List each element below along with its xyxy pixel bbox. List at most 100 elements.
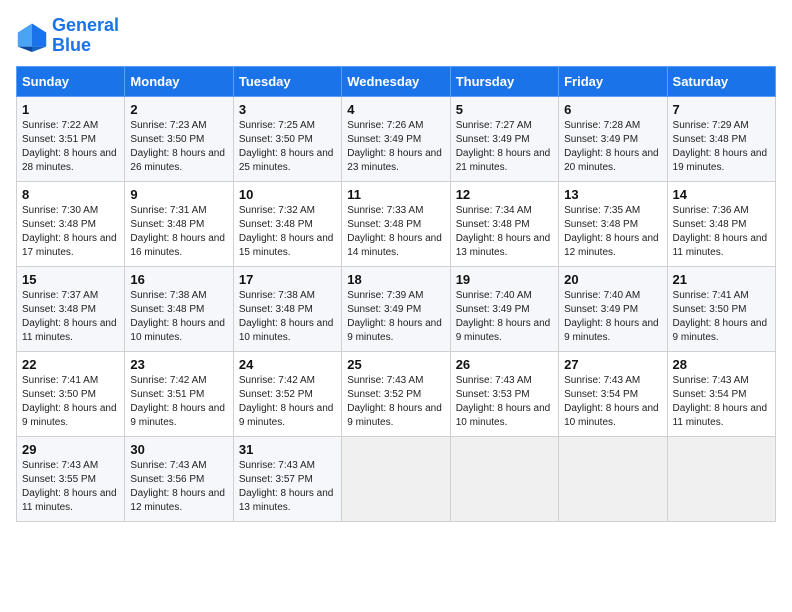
cell-text: Sunrise: 7:43 AMSunset: 3:53 PMDaylight:… [456, 375, 551, 428]
calendar-cell: 30 Sunrise: 7:43 AMSunset: 3:56 PMDaylig… [125, 436, 233, 521]
day-number: 6 [564, 102, 661, 117]
day-number: 23 [130, 357, 227, 372]
calendar-cell: 11 Sunrise: 7:33 AMSunset: 3:48 PMDaylig… [342, 181, 450, 266]
weekday-header: Sunday [17, 66, 125, 96]
calendar-cell [667, 436, 775, 521]
weekday-header: Friday [559, 66, 667, 96]
day-number: 13 [564, 187, 661, 202]
calendar-cell: 6 Sunrise: 7:28 AMSunset: 3:49 PMDayligh… [559, 96, 667, 181]
cell-text: Sunrise: 7:23 AMSunset: 3:50 PMDaylight:… [130, 120, 225, 173]
day-number: 19 [456, 272, 553, 287]
calendar-cell: 7 Sunrise: 7:29 AMSunset: 3:48 PMDayligh… [667, 96, 775, 181]
day-number: 21 [673, 272, 770, 287]
day-number: 9 [130, 187, 227, 202]
day-number: 16 [130, 272, 227, 287]
cell-text: Sunrise: 7:27 AMSunset: 3:49 PMDaylight:… [456, 120, 551, 173]
calendar-cell: 14 Sunrise: 7:36 AMSunset: 3:48 PMDaylig… [667, 181, 775, 266]
calendar-cell: 23 Sunrise: 7:42 AMSunset: 3:51 PMDaylig… [125, 351, 233, 436]
day-number: 5 [456, 102, 553, 117]
day-number: 7 [673, 102, 770, 117]
calendar-cell: 20 Sunrise: 7:40 AMSunset: 3:49 PMDaylig… [559, 266, 667, 351]
day-number: 27 [564, 357, 661, 372]
cell-text: Sunrise: 7:41 AMSunset: 3:50 PMDaylight:… [22, 375, 117, 428]
cell-text: Sunrise: 7:38 AMSunset: 3:48 PMDaylight:… [130, 290, 225, 343]
calendar-cell [559, 436, 667, 521]
cell-text: Sunrise: 7:43 AMSunset: 3:55 PMDaylight:… [22, 460, 117, 513]
day-number: 3 [239, 102, 336, 117]
calendar-week-row: 22 Sunrise: 7:41 AMSunset: 3:50 PMDaylig… [17, 351, 776, 436]
logo: GeneralBlue [16, 16, 119, 56]
cell-text: Sunrise: 7:42 AMSunset: 3:52 PMDaylight:… [239, 375, 334, 428]
calendar-cell: 3 Sunrise: 7:25 AMSunset: 3:50 PMDayligh… [233, 96, 341, 181]
calendar-cell [342, 436, 450, 521]
calendar-cell: 21 Sunrise: 7:41 AMSunset: 3:50 PMDaylig… [667, 266, 775, 351]
day-number: 4 [347, 102, 444, 117]
day-number: 26 [456, 357, 553, 372]
calendar-cell: 5 Sunrise: 7:27 AMSunset: 3:49 PMDayligh… [450, 96, 558, 181]
weekday-header: Monday [125, 66, 233, 96]
logo-icon [16, 20, 48, 52]
cell-text: Sunrise: 7:33 AMSunset: 3:48 PMDaylight:… [347, 205, 442, 258]
calendar-cell: 16 Sunrise: 7:38 AMSunset: 3:48 PMDaylig… [125, 266, 233, 351]
calendar-cell: 12 Sunrise: 7:34 AMSunset: 3:48 PMDaylig… [450, 181, 558, 266]
day-number: 30 [130, 442, 227, 457]
calendar-cell: 22 Sunrise: 7:41 AMSunset: 3:50 PMDaylig… [17, 351, 125, 436]
page-header: GeneralBlue [16, 16, 776, 56]
calendar-cell: 29 Sunrise: 7:43 AMSunset: 3:55 PMDaylig… [17, 436, 125, 521]
day-number: 10 [239, 187, 336, 202]
calendar-week-row: 1 Sunrise: 7:22 AMSunset: 3:51 PMDayligh… [17, 96, 776, 181]
calendar-cell: 31 Sunrise: 7:43 AMSunset: 3:57 PMDaylig… [233, 436, 341, 521]
day-number: 14 [673, 187, 770, 202]
calendar-cell: 24 Sunrise: 7:42 AMSunset: 3:52 PMDaylig… [233, 351, 341, 436]
cell-text: Sunrise: 7:41 AMSunset: 3:50 PMDaylight:… [673, 290, 768, 343]
cell-text: Sunrise: 7:35 AMSunset: 3:48 PMDaylight:… [564, 205, 659, 258]
calendar-cell: 13 Sunrise: 7:35 AMSunset: 3:48 PMDaylig… [559, 181, 667, 266]
cell-text: Sunrise: 7:30 AMSunset: 3:48 PMDaylight:… [22, 205, 117, 258]
day-number: 24 [239, 357, 336, 372]
cell-text: Sunrise: 7:39 AMSunset: 3:49 PMDaylight:… [347, 290, 442, 343]
calendar-cell: 26 Sunrise: 7:43 AMSunset: 3:53 PMDaylig… [450, 351, 558, 436]
calendar-week-row: 15 Sunrise: 7:37 AMSunset: 3:48 PMDaylig… [17, 266, 776, 351]
day-number: 18 [347, 272, 444, 287]
cell-text: Sunrise: 7:40 AMSunset: 3:49 PMDaylight:… [564, 290, 659, 343]
logo-text: GeneralBlue [52, 16, 119, 56]
cell-text: Sunrise: 7:29 AMSunset: 3:48 PMDaylight:… [673, 120, 768, 173]
calendar-cell: 2 Sunrise: 7:23 AMSunset: 3:50 PMDayligh… [125, 96, 233, 181]
day-number: 20 [564, 272, 661, 287]
weekday-header: Wednesday [342, 66, 450, 96]
calendar-week-row: 8 Sunrise: 7:30 AMSunset: 3:48 PMDayligh… [17, 181, 776, 266]
day-number: 25 [347, 357, 444, 372]
day-number: 15 [22, 272, 119, 287]
cell-text: Sunrise: 7:40 AMSunset: 3:49 PMDaylight:… [456, 290, 551, 343]
day-number: 11 [347, 187, 444, 202]
cell-text: Sunrise: 7:22 AMSunset: 3:51 PMDaylight:… [22, 120, 117, 173]
cell-text: Sunrise: 7:43 AMSunset: 3:54 PMDaylight:… [673, 375, 768, 428]
calendar-header: SundayMondayTuesdayWednesdayThursdayFrid… [17, 66, 776, 96]
calendar-cell: 1 Sunrise: 7:22 AMSunset: 3:51 PMDayligh… [17, 96, 125, 181]
calendar-cell [450, 436, 558, 521]
day-number: 8 [22, 187, 119, 202]
day-number: 29 [22, 442, 119, 457]
cell-text: Sunrise: 7:25 AMSunset: 3:50 PMDaylight:… [239, 120, 334, 173]
day-number: 1 [22, 102, 119, 117]
cell-text: Sunrise: 7:43 AMSunset: 3:52 PMDaylight:… [347, 375, 442, 428]
cell-text: Sunrise: 7:26 AMSunset: 3:49 PMDaylight:… [347, 120, 442, 173]
calendar-table: SundayMondayTuesdayWednesdayThursdayFrid… [16, 66, 776, 522]
day-number: 31 [239, 442, 336, 457]
calendar-cell: 4 Sunrise: 7:26 AMSunset: 3:49 PMDayligh… [342, 96, 450, 181]
calendar-cell: 10 Sunrise: 7:32 AMSunset: 3:48 PMDaylig… [233, 181, 341, 266]
cell-text: Sunrise: 7:37 AMSunset: 3:48 PMDaylight:… [22, 290, 117, 343]
calendar-cell: 8 Sunrise: 7:30 AMSunset: 3:48 PMDayligh… [17, 181, 125, 266]
calendar-week-row: 29 Sunrise: 7:43 AMSunset: 3:55 PMDaylig… [17, 436, 776, 521]
calendar-cell: 9 Sunrise: 7:31 AMSunset: 3:48 PMDayligh… [125, 181, 233, 266]
weekday-header: Tuesday [233, 66, 341, 96]
calendar-cell: 17 Sunrise: 7:38 AMSunset: 3:48 PMDaylig… [233, 266, 341, 351]
cell-text: Sunrise: 7:42 AMSunset: 3:51 PMDaylight:… [130, 375, 225, 428]
cell-text: Sunrise: 7:31 AMSunset: 3:48 PMDaylight:… [130, 205, 225, 258]
calendar-cell: 28 Sunrise: 7:43 AMSunset: 3:54 PMDaylig… [667, 351, 775, 436]
weekday-header: Saturday [667, 66, 775, 96]
calendar-cell: 25 Sunrise: 7:43 AMSunset: 3:52 PMDaylig… [342, 351, 450, 436]
calendar-cell: 15 Sunrise: 7:37 AMSunset: 3:48 PMDaylig… [17, 266, 125, 351]
cell-text: Sunrise: 7:32 AMSunset: 3:48 PMDaylight:… [239, 205, 334, 258]
weekday-header: Thursday [450, 66, 558, 96]
